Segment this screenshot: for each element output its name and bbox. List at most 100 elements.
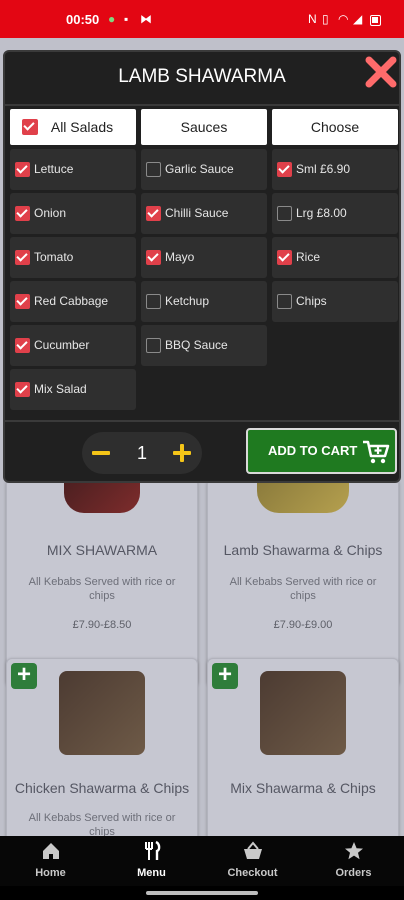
checkbox-unchecked[interactable] [277, 206, 292, 221]
menu-item-card[interactable]: MIX SHAWARMA All Kebabs Served with rice… [6, 477, 198, 686]
column-header-label: Choose [310, 119, 360, 135]
menu-item-description: All Kebabs Served with rice or chips [28, 576, 176, 602]
nav-label: Checkout [227, 867, 278, 879]
menu-item-name: Mix Shawarma & Chips [230, 780, 376, 796]
nav-label: Menu [137, 867, 166, 879]
add-item-button[interactable]: + [212, 663, 238, 689]
option-large-size[interactable]: Lrg £8.00 [272, 193, 398, 234]
option-label: Ketchup [165, 294, 210, 308]
battery-icon [370, 15, 381, 26]
cart-add-icon [363, 440, 390, 464]
option-chilli-sauce[interactable]: Chilli Sauce [141, 193, 267, 234]
option-bbq-sauce[interactable]: BBQ Sauce [141, 325, 267, 366]
option-label: Garlic Sauce [165, 162, 234, 176]
signal-icon: ◢ [353, 12, 363, 26]
option-label: Cucumber [34, 338, 90, 352]
menu-item-price: £7.90-£8.50 [72, 619, 132, 631]
add-to-cart-button[interactable]: ADD TO CART [246, 428, 397, 474]
option-label: Rice [296, 250, 321, 264]
checkbox-unchecked[interactable] [146, 338, 161, 353]
option-ketchup[interactable]: Ketchup [141, 281, 267, 322]
checkbox-checked[interactable] [277, 250, 292, 265]
nav-checkout[interactable]: Checkout [202, 836, 303, 886]
sauces-column-header: Sauces [141, 109, 267, 145]
whatsapp-icon: ● [108, 12, 116, 26]
wifi-icon: ◠ [338, 12, 349, 26]
item-options-modal: LAMB SHAWARMA All Salads Sauces Choose L… [3, 50, 401, 483]
media-icon: ▪ [124, 12, 129, 26]
checkbox-checked[interactable] [15, 250, 30, 265]
checkbox-checked[interactable] [15, 338, 30, 353]
option-label: Mayo [165, 250, 195, 264]
nav-home[interactable]: Home [0, 836, 101, 886]
checkbox-checked[interactable] [277, 162, 292, 177]
add-item-button[interactable]: + [11, 663, 37, 689]
status-time: 00:50 [66, 12, 100, 27]
divider [5, 104, 399, 106]
option-label: Chilli Sauce [165, 206, 229, 220]
menu-item-name: Lamb Shawarma & Chips [223, 542, 383, 558]
food-image [260, 671, 346, 755]
nav-label: Home [35, 867, 66, 879]
menu-item-name: MIX SHAWARMA [46, 542, 158, 558]
nav-label: Orders [335, 867, 372, 879]
checkbox-checked[interactable] [146, 206, 161, 221]
option-label: Chips [296, 294, 327, 308]
basket-icon [243, 841, 262, 859]
gesture-bar [0, 886, 404, 900]
option-label: Lettuce [34, 162, 74, 176]
modal-title: LAMB SHAWARMA [118, 66, 286, 87]
option-label: Lrg £8.00 [296, 206, 347, 220]
option-rice[interactable]: Rice [272, 237, 398, 278]
close-icon[interactable] [364, 55, 398, 89]
bottom-navigation: Home Menu Checkout Orders [0, 836, 404, 886]
option-chips[interactable]: Chips [272, 281, 398, 322]
checkbox-checked[interactable] [15, 294, 30, 309]
checkbox-checked[interactable] [146, 250, 161, 265]
checkbox-checked[interactable] [15, 162, 30, 177]
checkbox-unchecked[interactable] [277, 294, 292, 309]
nav-menu[interactable]: Menu [101, 836, 202, 886]
fork-knife-icon [144, 840, 160, 860]
home-indicator[interactable] [146, 891, 258, 895]
status-bar: 00:50 ● ▪ ⧓ N ▯ ◠ ◢ [0, 0, 404, 38]
nav-orders[interactable]: Orders [303, 836, 404, 886]
menu-item-price: £7.90-£9.00 [273, 619, 333, 631]
plus-icon[interactable] [173, 444, 191, 462]
option-onion[interactable]: Onion [10, 193, 136, 234]
checkbox-unchecked[interactable] [146, 294, 161, 309]
option-garlic-sauce[interactable]: Garlic Sauce [141, 149, 267, 190]
home-icon [42, 843, 59, 859]
checkbox-unchecked[interactable] [146, 162, 161, 177]
option-label: Tomato [34, 250, 74, 264]
add-to-cart-label: ADD TO CART [268, 443, 358, 458]
option-red-cabbage[interactable]: Red Cabbage [10, 281, 136, 322]
option-label: BBQ Sauce [165, 338, 228, 352]
option-lettuce[interactable]: Lettuce [10, 149, 136, 190]
option-label: Red Cabbage [34, 294, 109, 308]
checkbox-checked[interactable] [22, 119, 38, 135]
option-label: Onion [34, 206, 67, 220]
option-mix-salad[interactable]: Mix Salad [10, 369, 136, 410]
salads-column-header[interactable]: All Salads [10, 109, 136, 145]
option-mayo[interactable]: Mayo [141, 237, 267, 278]
column-header-label: Sauces [180, 119, 228, 135]
menu-item-description: All Kebabs Served with rice or chips [229, 576, 377, 602]
checkbox-checked[interactable] [15, 382, 30, 397]
option-label: Mix Salad [34, 382, 87, 396]
choose-column-header: Choose [272, 109, 398, 145]
checkbox-checked[interactable] [15, 206, 30, 221]
option-cucumber[interactable]: Cucumber [10, 325, 136, 366]
menu-item-name: Chicken Shawarma & Chips [14, 780, 190, 796]
menu-item-description: All Kebabs Served with rice or chips [28, 812, 176, 838]
minus-icon[interactable] [92, 451, 110, 455]
quantity-value: 1 [136, 443, 147, 463]
option-small-size[interactable]: Sml £6.90 [272, 149, 398, 190]
column-header-label: All Salads [50, 119, 114, 135]
quantity-stepper: 1 [82, 432, 202, 474]
vibrate-icon: ▯ [322, 12, 329, 26]
option-tomato[interactable]: Tomato [10, 237, 136, 278]
divider [5, 420, 399, 422]
nfc-icon: ⧓ [140, 12, 152, 26]
menu-item-card[interactable]: Lamb Shawarma & Chips All Kebabs Served … [207, 477, 399, 686]
